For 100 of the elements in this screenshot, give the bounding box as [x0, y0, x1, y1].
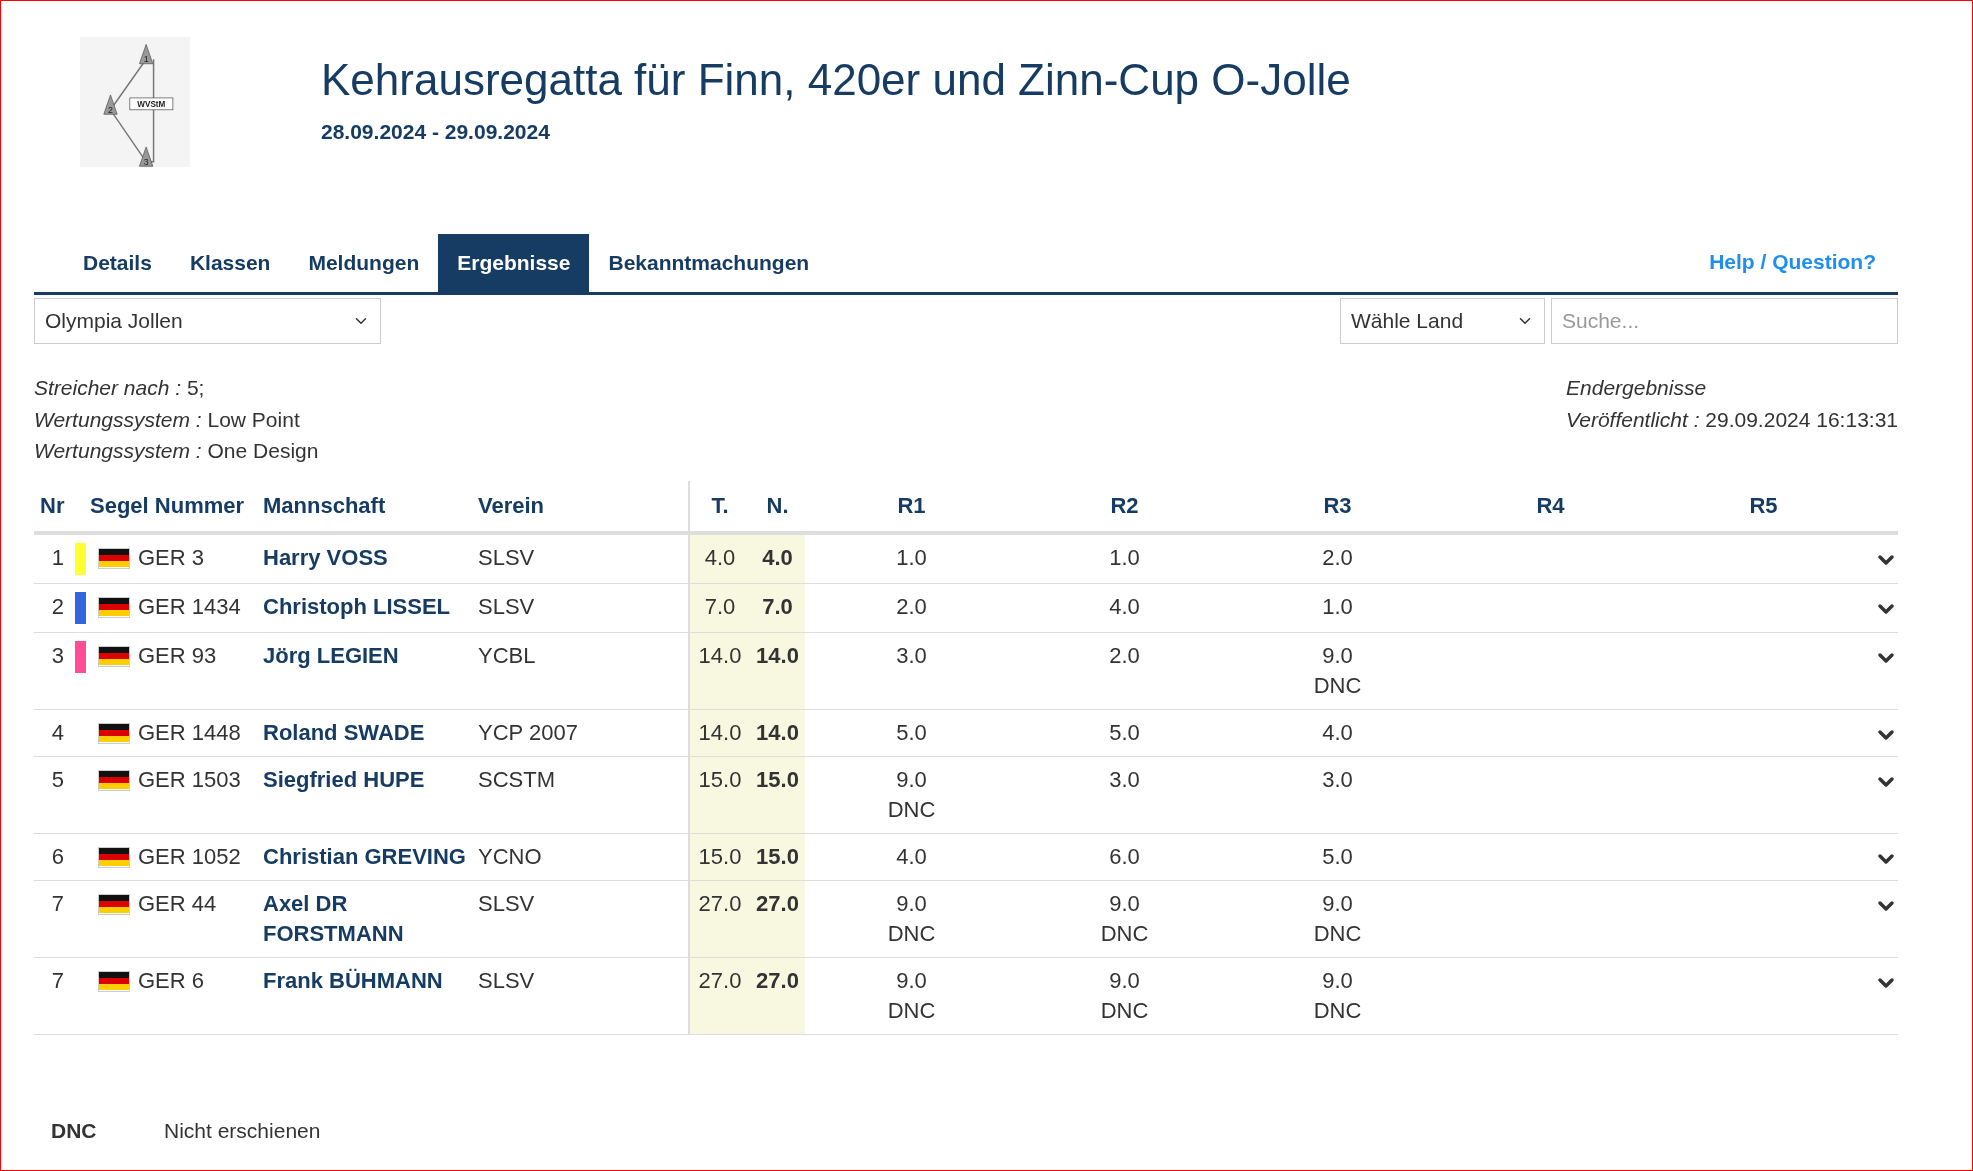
- flag-icon: [98, 970, 130, 992]
- race-score: 9.0: [1322, 966, 1353, 995]
- club-cell-text: SLSV: [478, 543, 536, 572]
- total-cell: 15.0: [688, 756, 750, 833]
- race-code: DNC: [1313, 996, 1362, 1025]
- column-header: Verein: [478, 491, 546, 520]
- crew-name: Frank BÜHMANN: [263, 967, 443, 993]
- club-cell-text: YCNO: [478, 842, 543, 871]
- column-header: R4: [1535, 491, 1566, 520]
- tab[interactable]: Ergebnisse: [438, 234, 590, 292]
- tab[interactable]: Meldungen: [289, 234, 439, 292]
- rank-cell-text: 3: [50, 641, 65, 670]
- column-header: R2: [1109, 491, 1140, 520]
- race-code: DNC: [1100, 996, 1149, 1025]
- club-cell-text: SLSV: [478, 592, 536, 621]
- info-line: Wertungssystem : One Design: [34, 438, 319, 464]
- net-cell: 7.0: [750, 583, 805, 632]
- search-field[interactable]: Suche...: [1551, 298, 1898, 344]
- flag-icon: [98, 846, 130, 868]
- race-score: 1.0: [1322, 592, 1353, 621]
- race-score: 2.0: [1109, 641, 1140, 670]
- club-cell-text: SLSV: [478, 966, 536, 995]
- total-cell: 27.0: [688, 880, 750, 957]
- race-score: 4.0: [1322, 718, 1353, 747]
- flag-icon: [98, 645, 130, 667]
- race-score: 9.0: [1109, 889, 1140, 918]
- race-score: 9.0: [1109, 966, 1140, 995]
- rank-cell-text: 2: [50, 592, 65, 621]
- rank-cell-text: 4: [50, 718, 65, 747]
- race-score: 4.0: [1109, 592, 1140, 621]
- sail-number-cell-text: GER 1503: [138, 765, 242, 794]
- crew-name: Roland SWADE: [263, 719, 425, 745]
- column-header: R1: [896, 491, 927, 520]
- column-header: Nr: [39, 491, 66, 520]
- event-dates: 28.09.2024 - 29.09.2024: [321, 119, 551, 145]
- column-header: Mannschaft: [263, 491, 387, 520]
- column-header: Segel Nummer: [90, 491, 246, 520]
- race-score: 1.0: [896, 543, 927, 572]
- club-cell-text: YCP 2007: [478, 718, 579, 747]
- sail-number-cell-text: GER 44: [138, 889, 218, 918]
- total-cell: 15.0: [688, 833, 750, 880]
- tab[interactable]: Klassen: [170, 234, 290, 292]
- total-cell: 4.0: [688, 534, 750, 583]
- total-cell: 14.0: [688, 709, 750, 756]
- net-cell: 27.0: [750, 880, 805, 957]
- crew-name: Axel DR FORSTMANN: [263, 890, 404, 946]
- net-cell: 27.0: [750, 957, 805, 1034]
- race-score: 9.0: [1322, 889, 1353, 918]
- race-score: 2.0: [1322, 543, 1353, 572]
- race-score: 1.0: [1109, 543, 1140, 572]
- flag-icon: [98, 893, 130, 915]
- column-header: T.: [688, 480, 750, 531]
- crew-name: Harry VOSS: [263, 544, 388, 570]
- race-score: 4.0: [896, 842, 927, 871]
- race-score: 2.0: [896, 592, 927, 621]
- net-cell: 15.0: [750, 833, 805, 880]
- total-cell: 14.0: [688, 632, 750, 709]
- page-title: Kehrausregatta für Finn, 420er und Zinn-Cup O-Jolle: [321, 54, 1351, 106]
- club-cell-text: SCSTM: [478, 765, 556, 794]
- class-select[interactable]: Olympia Jollen: [34, 298, 381, 344]
- sail-number-cell-text: GER 6: [138, 966, 206, 995]
- legend-text: Nicht erschienen: [164, 1117, 321, 1144]
- info-line: Streicher nach : 5;: [34, 375, 206, 401]
- sail-number-cell-text: GER 93: [138, 641, 218, 670]
- race-code: DNC: [887, 919, 936, 948]
- race-score: 9.0: [896, 966, 927, 995]
- tab[interactable]: Details: [64, 234, 171, 292]
- legend-code: DNC: [50, 1117, 98, 1144]
- rank-cell-text: 7: [50, 889, 65, 918]
- race-code: DNC: [887, 996, 936, 1025]
- crew-name: Christoph LISSEL: [263, 593, 450, 619]
- race-score: 9.0: [1322, 641, 1353, 670]
- logo-drawing: 1 2 3 WVStM: [80, 37, 190, 167]
- flag-icon: [98, 596, 130, 618]
- race-score: 5.0: [896, 718, 927, 747]
- race-score: 6.0: [1109, 842, 1140, 871]
- tab[interactable]: Bekanntmachungen: [589, 234, 829, 292]
- info-line: Veröffentlicht : 29.09.2024 16:13:31: [1566, 406, 1898, 433]
- crew-name: Christian GREVING: [263, 843, 466, 869]
- flag-icon: [98, 547, 130, 569]
- country-select[interactable]: Wähle Land: [1340, 298, 1545, 344]
- race-score: 3.0: [1322, 765, 1353, 794]
- race-code: DNC: [1100, 919, 1149, 948]
- club-cell-text: SLSV: [478, 889, 536, 918]
- race-code: DNC: [887, 795, 936, 824]
- info-line: Endergebnisse: [1566, 375, 1708, 401]
- race-score: 3.0: [896, 641, 927, 670]
- crew-name: Jörg LEGIEN: [263, 642, 399, 668]
- rank-cell-text: 6: [50, 842, 65, 871]
- column-header: N.: [765, 491, 790, 520]
- crew-name: Siegfried HUPE: [263, 766, 425, 792]
- race-score: 9.0: [896, 765, 927, 794]
- net-cell: 15.0: [750, 756, 805, 833]
- race-score: 3.0: [1109, 765, 1140, 794]
- rank-cell-text: 5: [50, 765, 65, 794]
- info-line: Wertungssystem : Low Point: [34, 406, 301, 433]
- total-cell: 27.0: [688, 957, 750, 1034]
- net-cell: 14.0: [750, 709, 805, 756]
- rank-cell-text: 1: [50, 543, 65, 572]
- sail-number-cell-text: GER 3: [138, 543, 206, 572]
